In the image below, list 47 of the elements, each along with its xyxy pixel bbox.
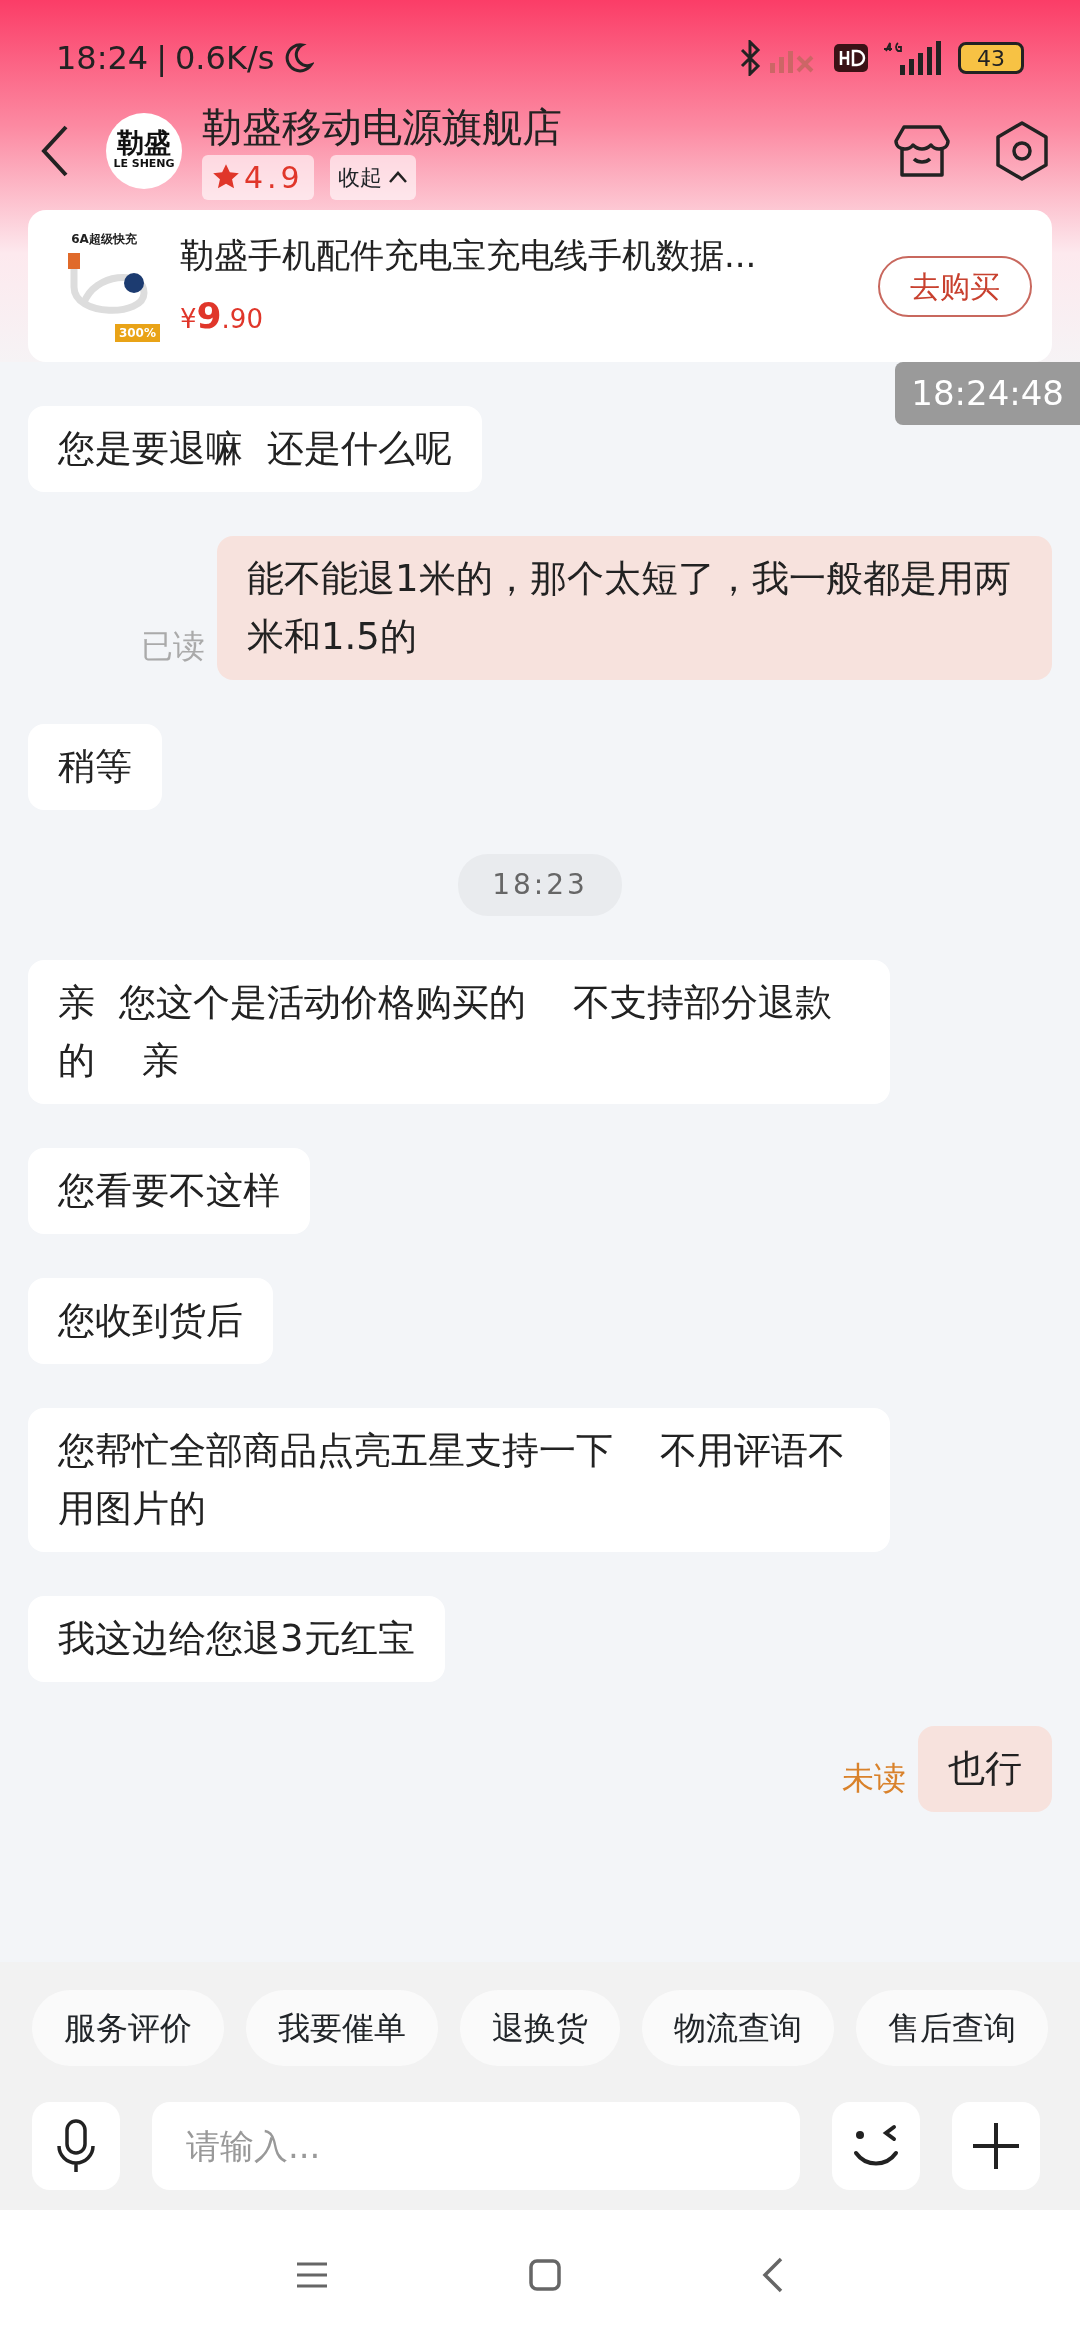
plus-icon: [971, 2121, 1021, 2171]
quick-action-chip[interactable]: 售后查询: [856, 1990, 1048, 2066]
read-status: 已读: [141, 626, 205, 667]
time-divider: 18:23: [458, 854, 622, 916]
message-bubble: 您是要退嘛 还是什么呢: [28, 406, 482, 492]
quick-action-chip[interactable]: 退换货: [460, 1990, 620, 2066]
store-logo: 勒盛 LE SHENG: [106, 113, 182, 189]
network-speed: 0.6K/s: [175, 38, 275, 79]
battery-icon: 43: [958, 42, 1024, 74]
store-icon[interactable]: [894, 123, 950, 179]
status-time: 18:24: [56, 38, 149, 79]
product-title: 勒盛手机配件充电宝充电线手机数据...: [180, 233, 758, 277]
rating-badge: 4.9: [202, 154, 314, 200]
message-bubble: 能不能退1米的，那个太短了，我一般都是用两米和1.5的: [217, 536, 1052, 680]
message-bubble: 亲 您这个是活动价格购买的 不支持部分退款的 亲: [28, 960, 890, 1104]
menu-icon[interactable]: [295, 2261, 329, 2289]
quick-action-chip[interactable]: 我要催单: [246, 1990, 438, 2066]
back-icon[interactable]: [40, 125, 70, 177]
emoji-button[interactable]: [832, 2102, 920, 2190]
settings-icon[interactable]: [994, 121, 1050, 181]
store-title: 勒盛移动电源旗舰店: [202, 102, 563, 151]
message-bubble: 您看要不这样: [28, 1148, 310, 1234]
message-bubble: 您帮忙全部商品点亮五星支持一下 不用评语不用图片的: [28, 1408, 890, 1552]
hd-icon: [834, 44, 868, 72]
message-bubble: 稍等: [28, 724, 162, 810]
bluetooth-icon: [740, 40, 762, 76]
buy-button[interactable]: 去购买: [878, 255, 1032, 317]
chevron-up-icon: [387, 170, 408, 184]
quick-action-chip[interactable]: 服务评价: [32, 1990, 224, 2066]
collapse-button[interactable]: 收起: [329, 154, 416, 200]
signal-icon: [884, 41, 942, 75]
product-price: ¥9.90: [180, 293, 264, 338]
image-tag: 6A超级快充: [71, 230, 137, 248]
scroll-timestamp: 18:24:48: [895, 362, 1080, 425]
home-icon[interactable]: [529, 2259, 561, 2291]
microphone-button[interactable]: [32, 2102, 120, 2190]
message-bubble: 我这边给您退3元红宝: [28, 1596, 445, 1682]
quick-action-chip[interactable]: 物流查询: [642, 1990, 834, 2066]
add-button[interactable]: [952, 2102, 1040, 2190]
message-input[interactable]: 请输入...: [152, 2102, 800, 2190]
back-icon[interactable]: [761, 2257, 785, 2293]
message-bubble: 也行: [918, 1726, 1052, 1812]
status-divider: |: [156, 38, 167, 79]
message-bubble: 您收到货后: [28, 1278, 273, 1364]
image-badge: 300%: [114, 324, 160, 342]
read-status: 未读: [842, 1758, 906, 1799]
microphone-icon: [56, 2118, 96, 2174]
